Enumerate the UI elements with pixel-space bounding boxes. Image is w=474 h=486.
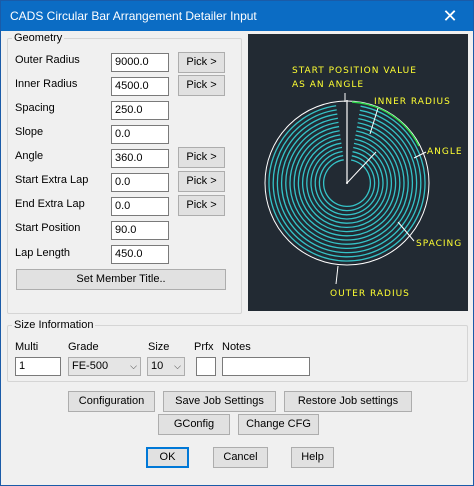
spacing-label: Spacing <box>15 102 55 114</box>
notes-input[interactable] <box>222 357 310 376</box>
outer-radius-leader <box>335 265 339 285</box>
dialog-window: CADS Circular Bar Arrangement Detailer I… <box>0 0 474 486</box>
change-cfg-button[interactable]: Change CFG <box>238 414 319 435</box>
slope-input[interactable]: 0.0 <box>111 125 169 144</box>
diagram-canvas: START POSITION VALUE AS AN ANGLE INNER R… <box>264 66 463 299</box>
restore-job-settings-button[interactable]: Restore Job settings <box>284 391 412 412</box>
size-select-value: 10 <box>151 360 164 372</box>
circular-bar-diagram: START POSITION VALUE AS AN ANGLE INNER R… <box>248 34 468 311</box>
inner-radius-input[interactable]: 4500.0 <box>111 77 169 96</box>
outer-radius-input[interactable]: 9000.0 <box>111 53 169 72</box>
window-title: CADS Circular Bar Arrangement Detailer I… <box>10 9 257 23</box>
start-position-text-1: START POSITION VALUE <box>292 66 417 76</box>
size-select[interactable]: 10 ⌵ <box>147 357 185 376</box>
prfx-input[interactable] <box>196 357 216 376</box>
size-information-legend: Size Information <box>14 319 94 331</box>
cancel-button[interactable]: Cancel <box>213 447 268 468</box>
spacing-text: SPACING <box>416 239 462 249</box>
inner-radius-pick-button[interactable]: Pick > <box>178 75 225 96</box>
start-extra-lap-input[interactable]: 0.0 <box>111 173 169 192</box>
gconfig-button[interactable]: GConfig <box>158 414 230 435</box>
chevron-down-icon: ⌵ <box>174 361 181 371</box>
angle-text: ANGLE <box>427 147 463 157</box>
outer-radius-text: OUTER RADIUS <box>330 289 410 299</box>
spacing-input[interactable]: 250.0 <box>111 101 169 120</box>
start-position-input[interactable]: 90.0 <box>111 221 169 240</box>
angle-input[interactable]: 360.0 <box>111 149 169 168</box>
save-job-settings-button[interactable]: Save Job Settings <box>163 391 276 412</box>
outer-radius-label: Outer Radius <box>15 54 80 66</box>
end-extra-lap-pick-button[interactable]: Pick > <box>178 195 225 216</box>
multi-label: Multi <box>15 341 39 353</box>
prfx-label: Prfx <box>194 341 214 353</box>
notes-label: Notes <box>222 341 251 353</box>
start-position-label: Start Position <box>15 222 81 234</box>
end-extra-lap-label: End Extra Lap <box>15 198 85 210</box>
grade-select[interactable]: FE-500 ⌵ <box>68 357 141 376</box>
close-icon[interactable]: ✕ <box>427 1 473 31</box>
angle-pick-button[interactable]: Pick > <box>178 147 225 168</box>
spacing-leader <box>397 221 415 242</box>
slope-label: Slope <box>15 126 44 138</box>
start-extra-lap-label: Start Extra Lap <box>15 174 89 186</box>
chevron-down-icon: ⌵ <box>130 361 137 371</box>
outer-radius-pick-button[interactable]: Pick > <box>178 52 225 73</box>
lap-length-input[interactable]: 450.0 <box>111 245 169 264</box>
angle-label: Angle <box>15 150 44 162</box>
size-label: Size <box>148 341 170 353</box>
end-extra-lap-input[interactable]: 0.0 <box>111 197 169 216</box>
inner-radius-label: Inner Radius <box>15 78 78 90</box>
set-member-title-button[interactable]: Set Member Title.. <box>16 269 226 290</box>
geometry-legend: Geometry <box>14 32 63 44</box>
title-bar: CADS Circular Bar Arrangement Detailer I… <box>1 1 473 31</box>
ok-button[interactable]: OK <box>146 447 189 468</box>
start-position-text-2: AS AN ANGLE <box>292 80 364 90</box>
start-extra-lap-pick-button[interactable]: Pick > <box>178 171 225 192</box>
lap-length-label: Lap Length <box>15 247 71 259</box>
inner-radius-text: INNER RADIUS <box>374 97 451 107</box>
inner-radius-line <box>346 151 377 184</box>
grade-select-value: FE-500 <box>72 360 109 372</box>
help-button[interactable]: Help <box>291 447 334 468</box>
multi-input[interactable]: 1 <box>15 357 61 376</box>
configuration-button[interactable]: Configuration <box>68 391 155 412</box>
grade-label: Grade <box>68 341 99 353</box>
